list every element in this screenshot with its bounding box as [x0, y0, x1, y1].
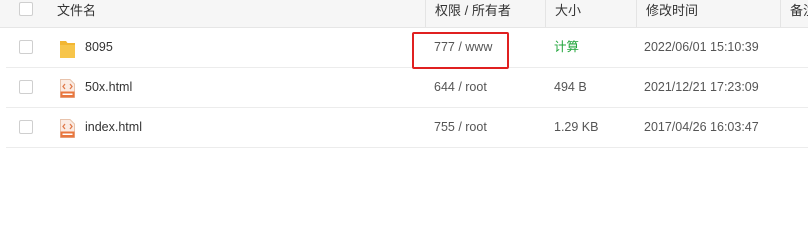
header-remark[interactable]: 备注 [790, 0, 808, 27]
file-name[interactable]: index.html [85, 108, 142, 147]
header-divider [545, 0, 546, 27]
table-row[interactable]: index.html 755 / root 1.29 KB 2017/04/26… [6, 108, 808, 148]
header-modified[interactable]: 修改时间 [646, 0, 698, 27]
calculate-size-link[interactable]: 计算 [554, 28, 579, 67]
header-size[interactable]: 大小 [555, 0, 581, 27]
html-file-icon [60, 119, 75, 141]
file-name[interactable]: 50x.html [85, 68, 132, 107]
table-row[interactable]: 8095 777 / www 计算 2022/06/01 15:10:39 [6, 28, 808, 68]
file-size: 1.29 KB [554, 120, 599, 134]
file-modified: 2021/12/21 17:23:09 [644, 80, 759, 94]
select-all-checkbox[interactable] [19, 2, 33, 16]
header-divider [780, 0, 781, 27]
row-checkbox[interactable] [19, 80, 33, 94]
file-permission[interactable]: 755 / root [434, 108, 487, 147]
file-modified: 2017/04/26 16:03:47 [644, 120, 759, 134]
header-permission[interactable]: 权限 / 所有者 [435, 0, 511, 27]
file-table: 文件名 权限 / 所有者 大小 修改时间 备注 8095 777 / www 计… [0, 0, 808, 148]
row-checkbox[interactable] [19, 40, 33, 54]
header-filename[interactable]: 文件名 [57, 0, 96, 27]
folder-icon [59, 38, 76, 62]
html-file-icon [60, 79, 75, 101]
header-divider [636, 0, 637, 27]
file-name[interactable]: 8095 [85, 28, 113, 67]
file-permission[interactable]: 644 / root [434, 68, 487, 107]
file-modified: 2022/06/01 15:10:39 [644, 40, 759, 54]
file-permission[interactable]: 777 / www [434, 28, 492, 67]
file-size: 494 B [554, 80, 587, 94]
table-header: 文件名 权限 / 所有者 大小 修改时间 备注 [0, 0, 808, 28]
table-row[interactable]: 50x.html 644 / root 494 B 2021/12/21 17:… [6, 68, 808, 108]
row-checkbox[interactable] [19, 120, 33, 134]
header-divider [425, 0, 426, 27]
